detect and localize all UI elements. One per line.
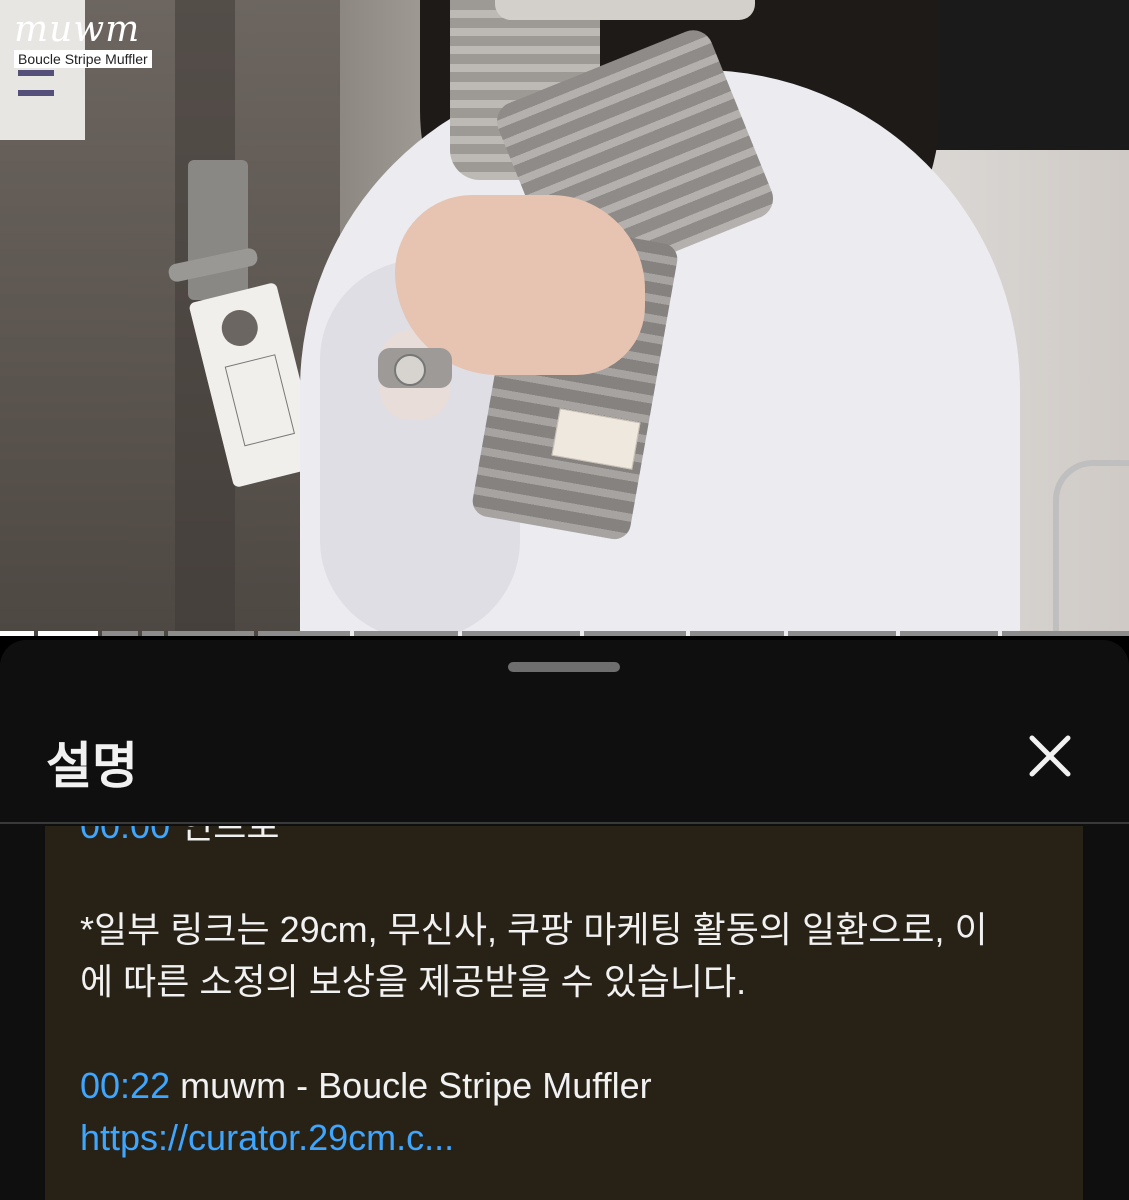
timestamp-link[interactable]: 00:22 bbox=[80, 1065, 170, 1106]
chapter-progress-bar[interactable] bbox=[0, 631, 1129, 636]
progress-segment bbox=[354, 631, 458, 636]
description-box: 00:00 인트로 *일부 링크는 29cm, 무신사, 쿠팡 마케팅 활동의 … bbox=[45, 826, 1083, 1200]
video-player[interactable]: muwm Boucle Stripe Muffler bbox=[0, 0, 1129, 636]
progress-segment bbox=[38, 631, 98, 636]
chapter-label: 인트로 bbox=[180, 826, 279, 846]
brand-overlay: muwm Boucle Stripe Muffler bbox=[14, 12, 152, 68]
progress-segment bbox=[0, 631, 34, 636]
brand-product-tag: Boucle Stripe Muffler bbox=[14, 50, 152, 68]
video-frame-tv bbox=[929, 0, 1129, 150]
progress-segment bbox=[690, 631, 784, 636]
progress-segment bbox=[102, 631, 138, 636]
chapter-line: 00:22 muwm - Boucle Stripe Muffler bbox=[80, 1060, 1060, 1112]
video-frame-chair bbox=[1053, 460, 1129, 636]
disclaimer-line: 에 따른 소정의 보상을 제공받을 수 있습니다. bbox=[80, 961, 747, 1002]
chapter-line: 00:00 인트로 bbox=[80, 826, 1060, 852]
chapter-label: muwm - Boucle Stripe Muffler bbox=[170, 1065, 652, 1106]
video-frame-watch-face bbox=[394, 354, 426, 386]
video-frame-phone bbox=[495, 0, 755, 20]
progress-segment bbox=[900, 631, 998, 636]
progress-segment bbox=[142, 631, 164, 636]
disclaimer-line: *일부 링크는 29cm, 무신사, 쿠팡 마케팅 활동의 일환으로, 이 bbox=[80, 909, 988, 950]
description-text: 00:00 인트로 *일부 링크는 29cm, 무신사, 쿠팡 마케팅 활동의 … bbox=[80, 826, 1060, 1164]
progress-segment bbox=[788, 631, 896, 636]
sheet-title: 설명 bbox=[46, 737, 138, 795]
sheet-divider bbox=[0, 822, 1129, 824]
video-frame-door-plate bbox=[188, 160, 248, 300]
progress-segment bbox=[168, 631, 254, 636]
timestamp-link[interactable]: 00:00 bbox=[80, 826, 170, 846]
progress-segment bbox=[258, 631, 350, 636]
progress-segment bbox=[1002, 631, 1129, 636]
close-button[interactable] bbox=[1024, 730, 1076, 782]
brand-logo: muwm bbox=[14, 9, 141, 50]
progress-segment bbox=[584, 631, 686, 636]
close-icon bbox=[1029, 735, 1071, 777]
sheet-drag-handle[interactable] bbox=[508, 662, 620, 672]
progress-segment bbox=[462, 631, 580, 636]
description-sheet: 설명 00:00 인트로 *일부 링크는 29cm, 무신사, 쿠팡 마케팅 활… bbox=[0, 640, 1129, 1200]
product-url-link[interactable]: https://curator.29cm.c... bbox=[80, 1117, 454, 1158]
